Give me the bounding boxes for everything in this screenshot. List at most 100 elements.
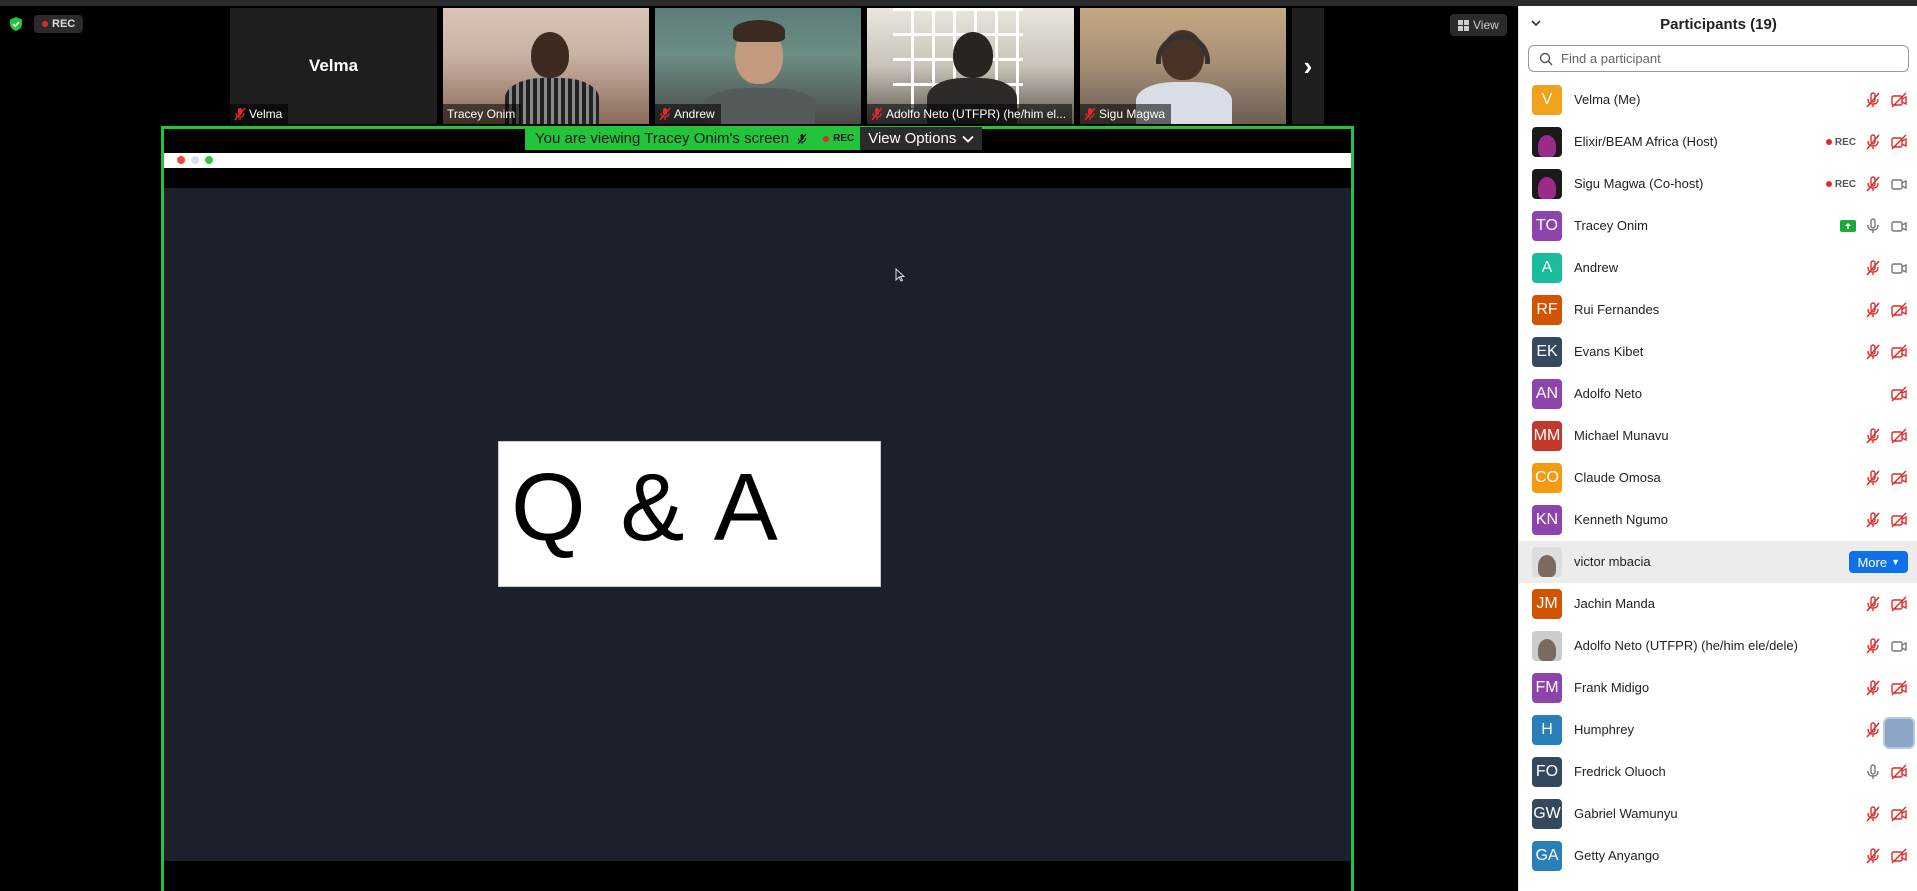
participant-status-icons <box>1864 342 1908 362</box>
participant-row[interactable]: GW Gabriel Wamunyu <box>1519 793 1917 835</box>
video-icon <box>1891 263 1907 274</box>
participant-row[interactable]: CO Claude Omosa <box>1519 457 1917 499</box>
avatar: CO <box>1532 463 1562 493</box>
view-button[interactable]: View <box>1450 14 1507 36</box>
participant-status-icons <box>1864 258 1908 278</box>
video-off-icon <box>1891 428 1907 444</box>
participant-row[interactable]: victor mbacia More ▼ <box>1519 541 1917 583</box>
slide-title: Q & A <box>511 454 782 561</box>
participant-name: Getty Anyango <box>1574 848 1660 863</box>
participant-row[interactable]: Elixir/BEAM Africa (Host) REC <box>1519 121 1917 163</box>
participant-row[interactable]: AN Adolfo Neto <box>1519 373 1917 415</box>
participant-row[interactable]: Adolfo Neto (UTFPR) (he/him ele/dele) <box>1519 625 1917 667</box>
thumbnail-name: Andrew <box>674 107 715 121</box>
video-off-icon <box>1891 764 1907 780</box>
video-thumbnail-sigu-magwa[interactable]: Sigu Magwa <box>1080 8 1286 124</box>
participant-row[interactable]: EK Evans Kibet <box>1519 331 1917 373</box>
thumbnail-name-tag: Adolfo Neto (UTFPR) (he/him el... <box>867 104 1073 124</box>
avatar: V <box>1532 85 1562 115</box>
banner-recording-indicator: REC <box>815 133 854 144</box>
participant-name: Michael Munavu <box>1574 428 1669 443</box>
avatar: KN <box>1532 505 1562 535</box>
mic-muted-icon <box>1866 806 1880 822</box>
participant-status-icons <box>1864 804 1908 824</box>
participant-row[interactable]: A Andrew <box>1519 247 1917 289</box>
video-thumbnail-andrew[interactable]: Andrew <box>655 8 861 124</box>
participant-name: victor mbacia <box>1574 554 1651 569</box>
participant-status-icons: REC <box>1825 174 1908 194</box>
mic-muted-icon <box>1866 260 1880 276</box>
participant-row[interactable]: MM Michael Munavu <box>1519 415 1917 457</box>
video-off-icon <box>1891 302 1907 318</box>
participant-row[interactable]: FM Frank Midigo <box>1519 667 1917 709</box>
participant-row[interactable]: GA Getty Anyango <box>1519 835 1917 877</box>
banner-recording-label: REC <box>833 133 855 144</box>
minimize-dot-icon <box>191 156 199 164</box>
mic-muted-icon <box>1866 176 1880 192</box>
participant-name: Adolfo Neto <box>1574 386 1642 401</box>
avatar: MM <box>1532 421 1562 451</box>
participant-row[interactable]: TO Tracey Onim <box>1519 205 1917 247</box>
thumbnail-display-name: Velma <box>308 56 359 75</box>
recording-dot-icon <box>1825 181 1832 187</box>
participant-row[interactable]: V Velma (Me) <box>1519 79 1917 121</box>
participant-status-icons <box>1864 468 1908 488</box>
video-off-icon <box>1891 92 1907 108</box>
thumbnail-name-tag: Velma <box>230 104 289 124</box>
participant-status-icons <box>1864 426 1908 446</box>
video-thumbnail-velma[interactable]: Velma Velma <box>230 8 437 124</box>
participant-search-box[interactable] <box>1528 45 1909 72</box>
avatar <box>1532 127 1562 157</box>
avatar-photo-image <box>1538 639 1556 661</box>
participant-recording-indicator: REC <box>1825 178 1856 190</box>
mic-muted-icon <box>1866 722 1880 738</box>
close-dot-icon <box>177 156 185 164</box>
video-off-icon <box>1891 680 1907 696</box>
participant-rec-label: REC <box>1834 178 1856 190</box>
participant-status-icons <box>1864 90 1908 110</box>
participants-panel: Participants (19) V Velma (Me) Elixir/BEAM… <box>1518 6 1917 891</box>
recording-label: REC <box>52 18 76 30</box>
recording-indicator[interactable]: REC <box>34 15 84 33</box>
participant-row[interactable]: RF Rui Fernandes <box>1519 289 1917 331</box>
avatar-photo-image <box>1538 135 1556 157</box>
floating-globe-icon[interactable] <box>1883 717 1915 749</box>
participant-name: Humphrey <box>1574 722 1634 737</box>
search-icon <box>1539 52 1553 65</box>
participants-title: Participants (19) <box>1660 15 1777 33</box>
participant-name: Claude Omosa <box>1574 470 1661 485</box>
thumbnail-name: Sigu Magwa <box>1099 107 1166 121</box>
maximize-dot-icon <box>205 156 213 164</box>
video-thumbnail-adolfo-neto[interactable]: Adolfo Neto (UTFPR) (he/him el... <box>867 8 1074 124</box>
mouse-cursor-icon <box>895 268 905 282</box>
video-off-icon <box>1891 134 1907 150</box>
thumbnail-name: Tracey Onim <box>447 107 516 121</box>
view-options-button[interactable]: View Options <box>860 127 983 150</box>
recording-dot-icon <box>1825 139 1832 145</box>
participant-row[interactable]: KN Kenneth Ngumo <box>1519 499 1917 541</box>
participant-row[interactable]: Sigu Magwa (Co-host) REC <box>1519 163 1917 205</box>
view-label: View <box>1473 18 1499 32</box>
security-shield-icon[interactable] <box>8 16 24 32</box>
avatar: A <box>1532 253 1562 283</box>
viewing-screen-text: You are viewing Tracey Onim's screen <box>535 130 790 147</box>
participant-status-icons <box>1864 594 1908 614</box>
more-button[interactable]: More ▼ <box>1849 551 1908 573</box>
participant-row[interactable]: JM Jachin Manda <box>1519 583 1917 625</box>
chevron-down-icon <box>962 135 974 143</box>
participant-rec-label: REC <box>1834 136 1856 148</box>
avatar-photo-image <box>1538 555 1556 577</box>
participant-name: Rui Fernandes <box>1574 302 1660 317</box>
participant-row[interactable]: H Humphrey <box>1519 709 1917 751</box>
thumbnail-name-tag: Andrew <box>655 104 721 124</box>
participant-row[interactable]: FO Fredrick Oluoch <box>1519 751 1917 793</box>
video-thumbnail-tracey-onim[interactable]: Tracey Onim <box>443 8 649 124</box>
avatar: H <box>1532 715 1562 745</box>
participant-search-input[interactable] <box>1561 51 1891 66</box>
participant-name: Sigu Magwa (Co-host) <box>1574 176 1704 191</box>
participant-video-image <box>705 88 815 124</box>
grid-view-icon <box>1458 19 1469 31</box>
next-page-arrow-button[interactable]: › <box>1292 8 1324 124</box>
participant-status-icons <box>1864 300 1908 320</box>
avatar <box>1532 631 1562 661</box>
